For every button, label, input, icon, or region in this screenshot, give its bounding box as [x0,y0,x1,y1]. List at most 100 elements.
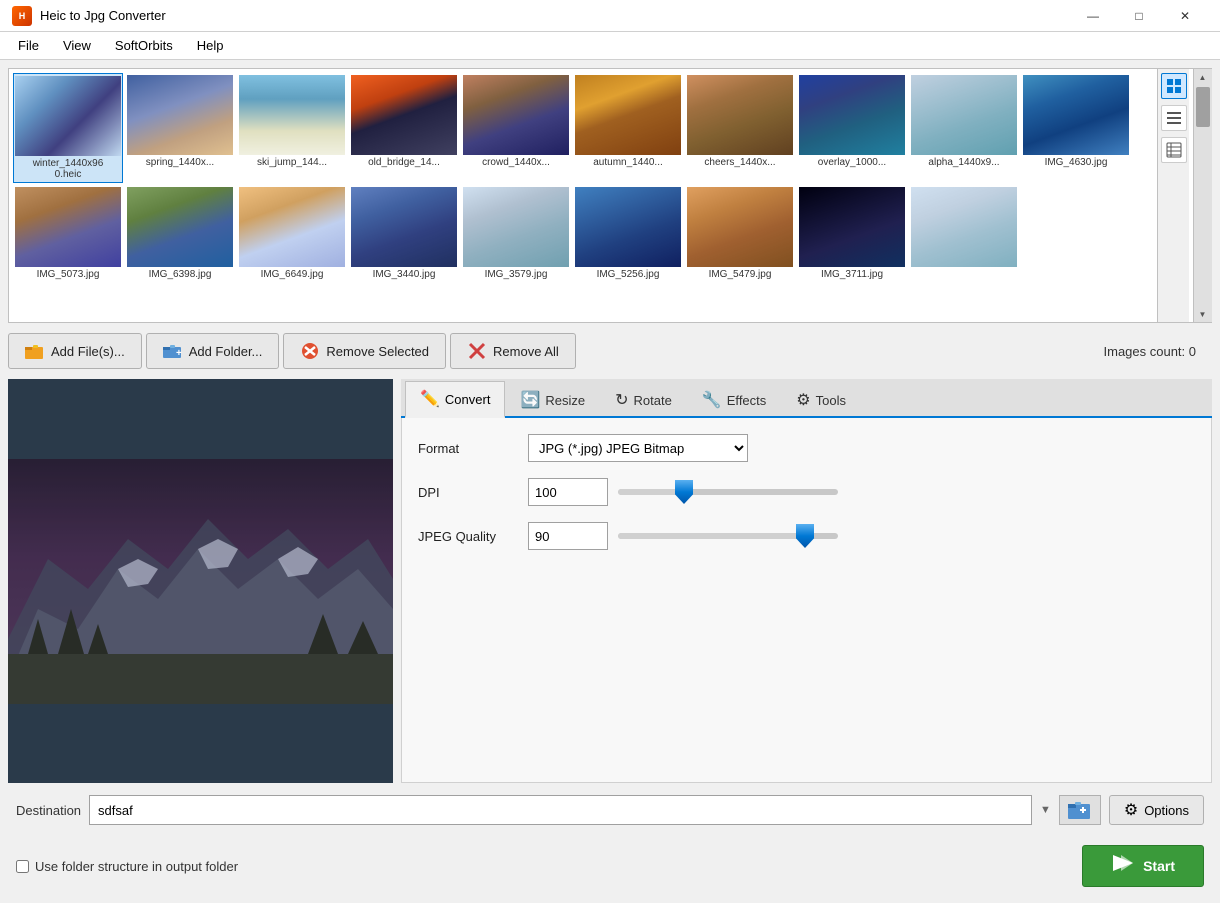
tab-rotate-label: Rotate [634,393,672,408]
gallery-scrollbar: ▲ ▼ [1193,69,1211,322]
list-item[interactable]: alpha_1440x9... [909,73,1019,183]
list-item[interactable]: IMG_5073.jpg [13,185,123,282]
list-item[interactable]: IMG_6398.jpg [125,185,235,282]
large-icons-button[interactable] [1161,73,1187,99]
list-item[interactable]: overlay_1000... [797,73,907,183]
thumbnail-image [799,187,905,267]
list-item[interactable]: spring_1440x... [125,73,235,183]
view-toggle-toolbar [1157,69,1189,322]
tab-tools[interactable]: ⚙ Tools [781,382,861,417]
thumbnail-label: IMG_6649.jpg [239,269,345,280]
gallery-scroll[interactable]: winter_1440x960.heic spring_1440x... ski… [9,69,1193,322]
destination-browse-button[interactable] [1059,795,1101,825]
scroll-thumb[interactable] [1196,87,1210,127]
add-files-button[interactable]: Add File(s)... [8,333,142,369]
menu-view[interactable]: View [53,36,101,55]
thumbnail-image [799,75,905,155]
thumbnail-image [911,187,1017,267]
folder-structure-checkbox[interactable] [16,860,29,873]
menu-bar: File View SoftOrbits Help [0,32,1220,60]
dpi-label: DPI [418,485,518,500]
list-item[interactable]: IMG_3579.jpg [461,185,571,282]
details-view-button[interactable] [1161,137,1187,163]
thumbnail-image [351,187,457,267]
tab-resize[interactable]: 🔄 Resize [505,382,600,417]
list-item[interactable]: old_bridge_14... [349,73,459,183]
maximize-button[interactable]: □ [1116,0,1162,32]
scroll-down-arrow[interactable]: ▼ [1194,306,1212,322]
list-item[interactable]: ski_jump_144... [237,73,347,183]
menu-softorbits[interactable]: SoftOrbits [105,36,183,55]
jpeg-quality-slider-fill [618,533,805,539]
destination-input[interactable] [89,795,1032,825]
list-item[interactable]: cheers_1440x... [685,73,795,183]
dpi-slider-thumb[interactable] [675,480,693,504]
thumbnail-image [687,75,793,155]
thumbnail-image [575,187,681,267]
dpi-slider-track[interactable] [618,489,838,495]
dpi-input[interactable] [528,478,608,506]
add-files-label: Add File(s)... [51,344,125,359]
jpeg-quality-slider-thumb[interactable] [796,524,814,548]
thumbnail-label: old_bridge_14... [351,157,457,168]
close-button[interactable]: ✕ [1162,0,1208,32]
thumbnail-image [239,75,345,155]
thumbnail-label: spring_1440x... [127,157,233,168]
menu-file[interactable]: File [8,36,49,55]
settings-content: Format JPG (*.jpg) JPEG Bitmap PNG (*.pn… [401,418,1212,783]
list-item[interactable]: IMG_3440.jpg [349,185,459,282]
remove-selected-label: Remove Selected [326,344,429,359]
effects-tab-icon: 🔧 [702,390,722,410]
options-button[interactable]: ⚙ Options [1109,795,1204,825]
list-item[interactable]: crowd_1440x... [461,73,571,183]
title-bar: H Heic to Jpg Converter — □ ✕ [0,0,1220,32]
dpi-row: DPI [418,478,1195,506]
folder-structure-row: Use folder structure in output folder [16,859,238,874]
svg-text:+: + [176,348,182,359]
remove-all-label: Remove All [493,344,559,359]
thumbnail-label: winter_1440x960.heic [15,158,121,180]
tab-convert-label: Convert [445,392,491,407]
destination-dropdown-arrow[interactable]: ▼ [1040,804,1051,816]
list-item[interactable] [909,185,1019,282]
thumbnail-label: ski_jump_144... [239,157,345,168]
resize-tab-icon: 🔄 [520,390,540,410]
add-folder-label: Add Folder... [189,344,263,359]
thumbnail-image [15,76,121,156]
folder-structure-label[interactable]: Use folder structure in output folder [35,859,238,874]
thumbnail-label: IMG_3711.jpg [799,269,905,280]
list-item[interactable]: IMG_4630.jpg [1021,73,1131,183]
scroll-track[interactable] [1194,85,1212,306]
add-folder-button[interactable]: + Add Folder... [146,333,280,369]
tab-convert[interactable]: ✏️ Convert [405,381,505,418]
remove-selected-button[interactable]: Remove Selected [283,333,446,369]
thumbnail-label: autumn_1440... [575,157,681,168]
list-item[interactable]: IMG_3711.jpg [797,185,907,282]
tab-effects-label: Effects [727,393,767,408]
tab-rotate[interactable]: ↻ Rotate [600,382,687,417]
tab-effects[interactable]: 🔧 Effects [687,382,781,417]
list-view-button[interactable] [1161,105,1187,131]
scroll-up-arrow[interactable]: ▲ [1194,69,1212,85]
list-item[interactable]: IMG_5479.jpg [685,185,795,282]
remove-all-button[interactable]: Remove All [450,333,576,369]
list-item[interactable]: IMG_5256.jpg [573,185,683,282]
thumbnail-image [687,187,793,267]
preview-panel [8,379,393,783]
format-select[interactable]: JPG (*.jpg) JPEG Bitmap PNG (*.png) Port… [528,434,748,462]
jpeg-quality-label: JPEG Quality [418,529,518,544]
menu-help[interactable]: Help [187,36,234,55]
jpeg-quality-input[interactable] [528,522,608,550]
preview-image [8,459,393,704]
thumbnail-image [575,75,681,155]
list-item[interactable]: winter_1440x960.heic [13,73,123,183]
jpeg-quality-slider-track[interactable] [618,533,838,539]
format-row: Format JPG (*.jpg) JPEG Bitmap PNG (*.pn… [418,434,1195,462]
start-button[interactable]: Start [1082,845,1204,887]
tabs-bar: ✏️ Convert 🔄 Resize ↻ Rotate 🔧 Effects ⚙ [401,379,1212,418]
list-item[interactable]: IMG_6649.jpg [237,185,347,282]
gallery-area: winter_1440x960.heic spring_1440x... ski… [8,68,1212,323]
thumbnail-label: IMG_4630.jpg [1023,157,1129,168]
minimize-button[interactable]: — [1070,0,1116,32]
list-item[interactable]: autumn_1440... [573,73,683,183]
